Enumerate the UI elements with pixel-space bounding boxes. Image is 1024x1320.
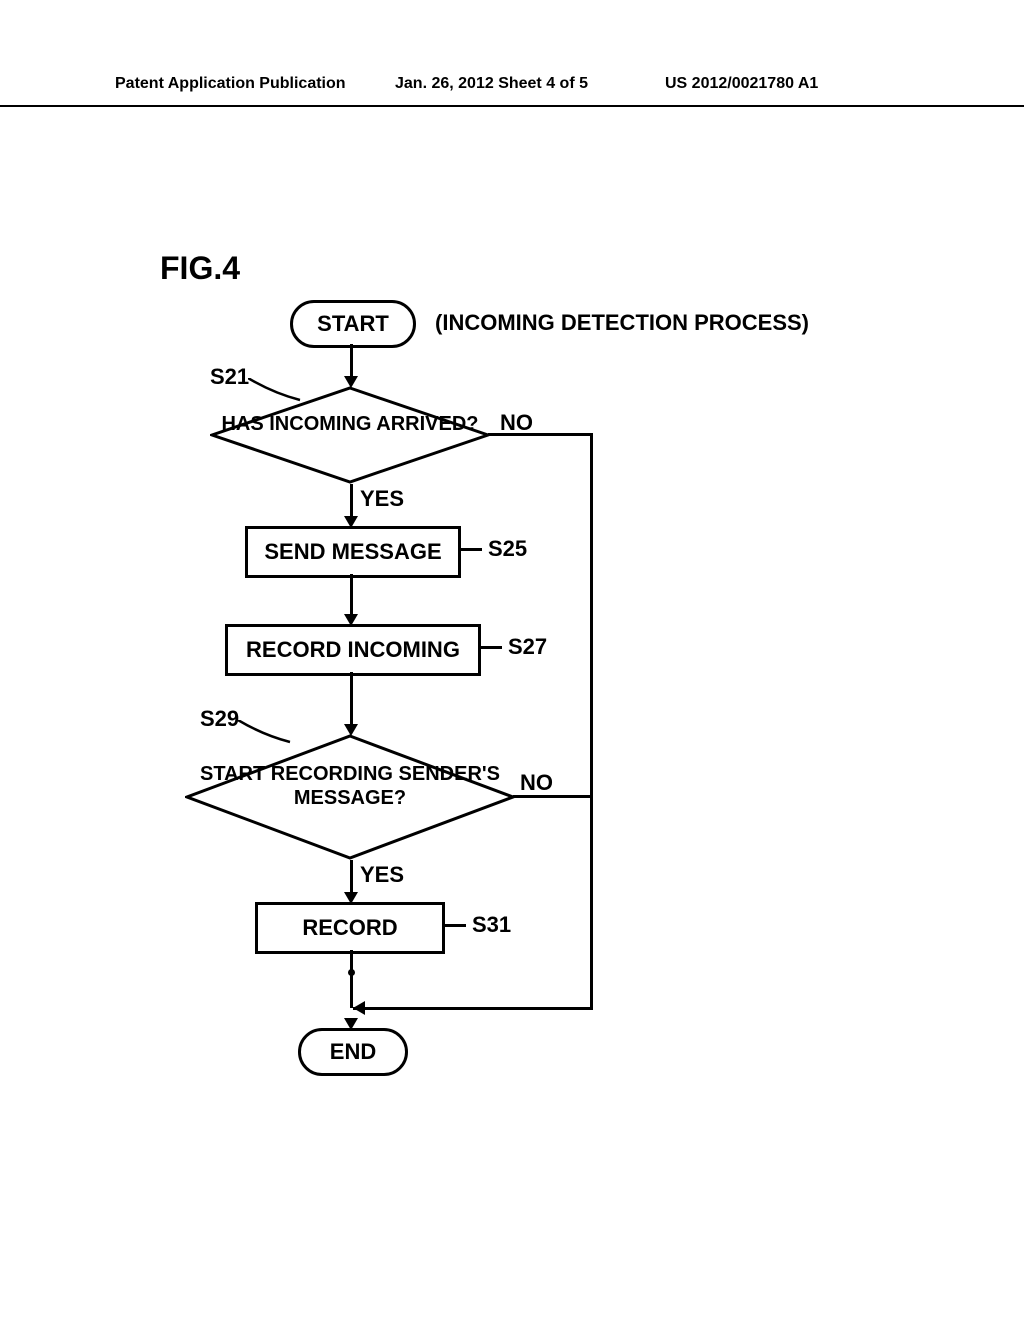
step-label-s25: S25 — [488, 536, 527, 562]
step-label-s27: S27 — [508, 634, 547, 660]
header-right: US 2012/0021780 A1 — [665, 75, 818, 93]
end-node: END — [298, 1028, 408, 1076]
header-left: Patent Application Publication — [115, 75, 346, 93]
connector — [350, 344, 353, 378]
step-label-s31: S31 — [472, 912, 511, 938]
connector — [350, 950, 353, 1008]
decision-start-recording: START RECORDING SENDER'S MESSAGE? — [185, 734, 515, 860]
process-send-message: SEND MESSAGE — [245, 526, 461, 578]
process-record-incoming: RECORD INCOMING — [225, 624, 481, 676]
connector — [488, 433, 592, 436]
connector — [350, 484, 353, 518]
decision-text: START RECORDING SENDER'S MESSAGE? — [185, 762, 515, 810]
connector — [353, 1007, 593, 1010]
arrowhead-icon — [353, 1001, 365, 1015]
leader-line — [460, 548, 482, 551]
leader-line — [444, 924, 466, 927]
decision-has-incoming: HAS INCOMING ARRIVED? — [210, 386, 490, 484]
junction-dot — [348, 969, 355, 976]
branch-yes-1: YES — [360, 486, 404, 512]
connector — [350, 574, 353, 616]
connector — [350, 672, 353, 726]
start-node: START — [290, 300, 416, 348]
flowchart: START (INCOMING DETECTION PROCESS) S21 H… — [170, 300, 810, 1080]
branch-no-2: NO — [520, 770, 553, 796]
process-subtitle: (INCOMING DETECTION PROCESS) — [435, 310, 809, 336]
branch-yes-2: YES — [360, 862, 404, 888]
connector — [513, 795, 593, 798]
connector — [590, 433, 593, 1009]
header-center: Jan. 26, 2012 Sheet 4 of 5 — [395, 75, 588, 93]
page-header: Patent Application Publication Jan. 26, … — [0, 75, 1024, 107]
page: Patent Application Publication Jan. 26, … — [0, 0, 1024, 1320]
step-label-s29: S29 — [200, 706, 239, 732]
process-record: RECORD — [255, 902, 445, 954]
leader-line — [480, 646, 502, 649]
connector — [350, 860, 353, 894]
figure-label: FIG.4 — [160, 250, 240, 287]
decision-text: HAS INCOMING ARRIVED? — [210, 412, 490, 436]
